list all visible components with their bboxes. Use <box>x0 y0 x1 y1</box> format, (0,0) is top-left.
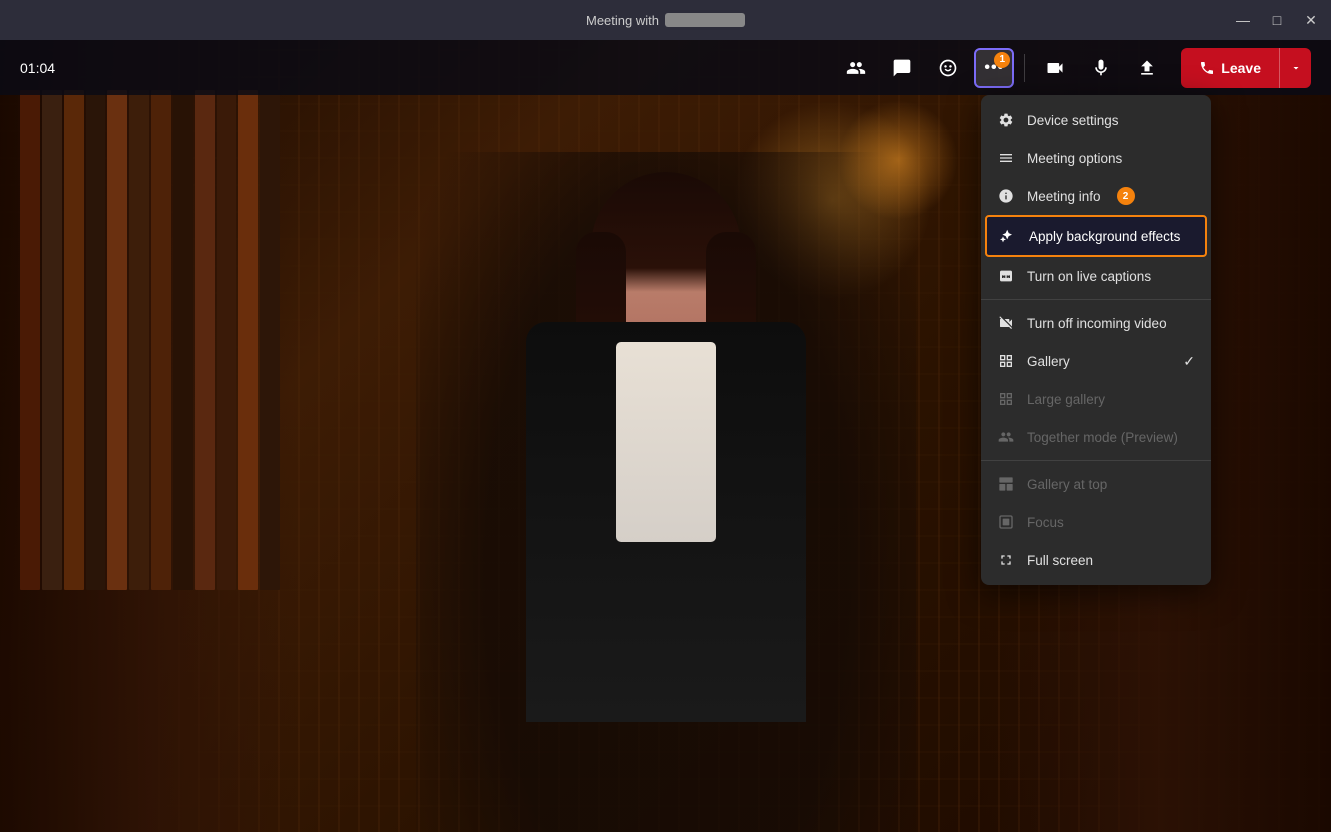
gallery-top-label: Gallery at top <box>1027 477 1107 492</box>
chat-button[interactable] <box>882 48 922 88</box>
large-gallery-svg-icon <box>998 391 1014 407</box>
menu-divider-2 <box>981 460 1211 461</box>
gear-svg-icon <box>998 112 1014 128</box>
menu-item-device-settings[interactable]: Device settings <box>981 101 1211 139</box>
phone-icon <box>1199 60 1215 76</box>
large-gallery-label: Large gallery <box>1027 392 1105 407</box>
meeting-options-label: Meeting options <box>1027 151 1122 166</box>
participant-name-blurred <box>665 13 745 27</box>
meeting-info-badge: 2 <box>1117 187 1135 205</box>
video-off-svg-icon <box>998 315 1014 331</box>
maximize-button[interactable]: □ <box>1269 12 1285 28</box>
captions-icon <box>997 267 1015 285</box>
books-left <box>20 90 280 590</box>
share-icon <box>1137 58 1157 78</box>
toolbar-divider <box>1024 54 1025 82</box>
meeting-title-text: Meeting with <box>586 13 659 28</box>
context-menu: Device settings Meeting options Meeting … <box>981 95 1211 585</box>
menu-item-together-mode: Together mode (Preview) <box>981 418 1211 456</box>
sparkle-svg-icon <box>1000 228 1016 244</box>
full-screen-icon <box>997 551 1015 569</box>
camera-button[interactable] <box>1035 48 1075 88</box>
turn-off-video-label: Turn off incoming video <box>1027 316 1167 331</box>
menu-item-large-gallery: Large gallery <box>981 380 1211 418</box>
gallery-top-icon <box>997 475 1015 493</box>
device-settings-icon <box>997 111 1015 129</box>
captions-svg-icon <box>998 268 1014 284</box>
window-controls: — □ ✕ <box>1235 0 1319 40</box>
meeting-info-label: Meeting info <box>1027 189 1101 204</box>
chat-icon <box>892 58 912 78</box>
full-screen-label: Full screen <box>1027 553 1093 568</box>
menu-item-meeting-options[interactable]: Meeting options <box>981 139 1211 177</box>
turn-off-video-icon <box>997 314 1015 332</box>
background-effects-icon <box>999 227 1017 245</box>
leave-label: Leave <box>1221 60 1261 76</box>
menu-item-apply-background[interactable]: Apply background effects <box>985 215 1207 257</box>
gallery-icon <box>997 352 1015 370</box>
gallery-checkmark: ✓ <box>1183 353 1195 370</box>
together-mode-label: Together mode (Preview) <box>1027 430 1178 445</box>
menu-divider-1 <box>981 299 1211 300</box>
together-svg-icon <box>998 429 1014 445</box>
menu-item-gallery-top: Gallery at top <box>981 465 1211 503</box>
close-button[interactable]: ✕ <box>1303 12 1319 29</box>
camera-icon <box>1045 58 1065 78</box>
focus-label: Focus <box>1027 515 1064 530</box>
reactions-button[interactable] <box>928 48 968 88</box>
lamp-light <box>838 100 958 220</box>
menu-item-gallery[interactable]: Gallery ✓ <box>981 342 1211 380</box>
meeting-info-icon <box>997 187 1015 205</box>
toolbar: 01:04 ••• 1 <box>0 40 1331 95</box>
gallery-top-svg-icon <box>998 476 1014 492</box>
meeting-options-icon <box>997 149 1015 167</box>
toolbar-buttons: ••• 1 <box>836 48 1311 88</box>
device-settings-label: Device settings <box>1027 113 1119 128</box>
call-timer: 01:04 <box>20 60 55 76</box>
reactions-icon <box>938 58 958 78</box>
chevron-down-icon <box>1290 62 1302 74</box>
leave-button-group: Leave <box>1181 48 1311 88</box>
menu-item-turn-off-video[interactable]: Turn off incoming video <box>981 304 1211 342</box>
person-silhouette <box>416 152 916 832</box>
gallery-label: Gallery <box>1027 354 1070 369</box>
menu-item-full-screen[interactable]: Full screen <box>981 541 1211 579</box>
focus-svg-icon <box>998 514 1014 530</box>
large-gallery-icon <box>997 390 1015 408</box>
mic-icon <box>1091 58 1111 78</box>
live-captions-label: Turn on live captions <box>1027 269 1151 284</box>
focus-icon <box>997 513 1015 531</box>
menu-item-meeting-info[interactable]: Meeting info 2 <box>981 177 1211 215</box>
leave-button[interactable]: Leave <box>1181 48 1279 88</box>
info-svg-icon <box>998 188 1014 204</box>
menu-item-focus: Focus <box>981 503 1211 541</box>
people-icon <box>846 58 866 78</box>
options-svg-icon <box>998 150 1014 166</box>
menu-item-live-captions[interactable]: Turn on live captions <box>981 257 1211 295</box>
mic-button[interactable] <box>1081 48 1121 88</box>
gallery-svg-icon <box>998 353 1014 369</box>
leave-chevron-button[interactable] <box>1279 48 1311 88</box>
title-bar-title: Meeting with <box>586 13 745 28</box>
title-bar: Meeting with — □ ✕ <box>0 0 1331 40</box>
share-button[interactable] <box>1127 48 1167 88</box>
fullscreen-svg-icon <box>998 552 1014 568</box>
minimize-button[interactable]: — <box>1235 12 1251 28</box>
people-button[interactable] <box>836 48 876 88</box>
apply-background-label: Apply background effects <box>1029 229 1180 244</box>
more-badge: 1 <box>994 52 1010 68</box>
more-button[interactable]: ••• 1 <box>974 48 1014 88</box>
together-mode-icon <box>997 428 1015 446</box>
